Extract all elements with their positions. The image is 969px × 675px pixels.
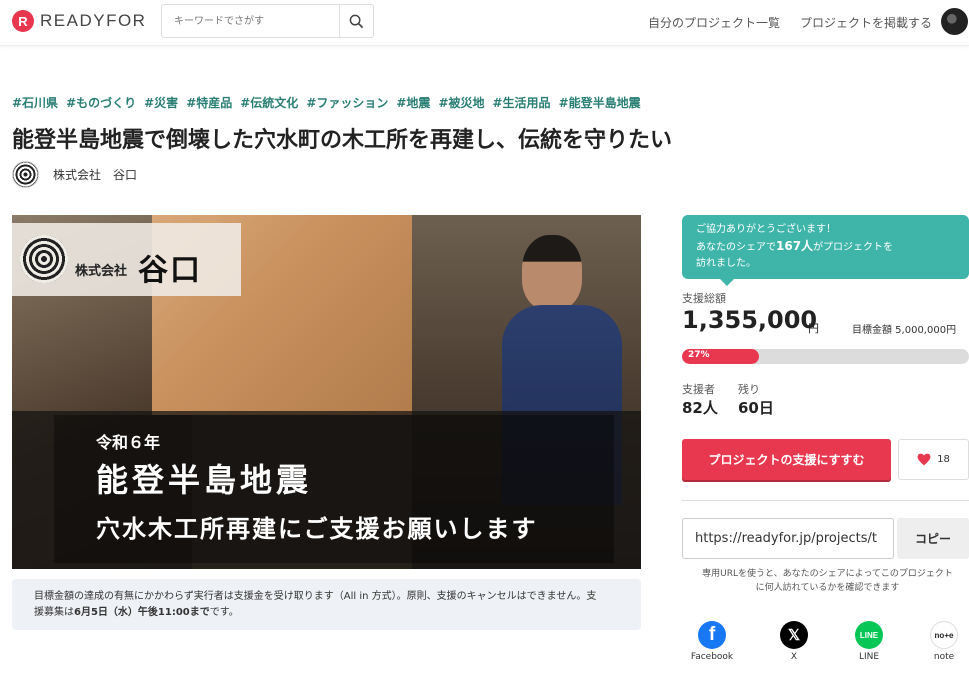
heart-icon [917,453,931,466]
owner-avatar[interactable] [12,161,39,188]
user-avatar[interactable] [941,8,968,35]
remaining-value: 60日 [738,399,774,417]
owner-name[interactable]: 株式会社 谷口 [53,166,137,183]
search-icon [349,14,364,28]
tag-item[interactable]: #能登半島地震 [559,94,641,111]
logo-text: READYFOR [40,11,147,30]
project-owner[interactable]: 株式会社 谷口 [12,161,137,188]
logo-mark-icon: R [12,10,34,32]
line-label: LINE [858,652,880,662]
hero-company-logo: 株式会社 谷口 [12,223,241,296]
project-title: 能登半島地震で倒壊した穴水町の木工所を再建し、伝統を守りたい [12,128,673,153]
tag-item[interactable]: #石川県 [12,94,58,111]
share-facebook-button[interactable]: f Facebook [682,621,742,662]
tag-item[interactable]: #被災地 [438,94,484,111]
total-amount: 1,355,000 [682,306,818,334]
funding-progress-bar [682,349,969,364]
hero-line-era: 令和６年 [96,433,161,452]
supporters-label: 支援者 [682,383,715,396]
tag-item[interactable]: #生活用品 [493,94,551,111]
hero-line-appeal: 穴水木工所再建にご支援お願いします [96,514,538,543]
share-note-button[interactable]: no+e note [914,621,969,662]
hero-logo-big: 谷口 [138,253,202,288]
deadline: 6月5日（水）午後11:00まで [74,607,210,618]
site-header: R READYFOR 自分のプロジェクト一覧 プロジェクトを掲載する [0,0,969,46]
goal-amount: 目標金額 5,000,000円 [852,325,957,336]
favorite-button[interactable]: 18 [898,439,969,480]
hero-logo-small: 株式会社 [75,264,128,279]
share-url-field[interactable]: https://readyfor.jp/projects/t [682,518,894,559]
share-box-arrow [720,279,734,286]
nav-post-project[interactable]: プロジェクトを掲載する [800,14,932,31]
supporters-value: 82人 [682,399,718,417]
funding-notice: 目標金額の達成の有無にかかわらず実行者は支援金を受け取ります（All in 方式… [12,579,641,630]
share-visitor-count: 167人 [776,239,814,253]
x-icon: 𝕏 [780,621,808,649]
progress-percent: 27% [688,350,710,360]
facebook-label: Facebook [690,652,734,662]
share-thanks-line1: ご協力ありがとうございます！ [696,224,836,235]
support-project-button[interactable]: プロジェクトの支援にすすむ [682,439,891,480]
tag-list: #石川県 #ものづくり #災害 #特産品 #伝統文化 #ファッション #地震 #… [12,94,641,111]
share-url-note: 専用URLを使うと、あなたのシェアによってこのプロジェクトに何人訪れているかを確… [702,569,953,593]
share-thanks-box: ご協力ありがとうございます！ あなたのシェアで167人がプロジェクトを 訪れまし… [682,215,969,279]
search-button[interactable] [339,5,373,37]
tag-item[interactable]: #地震 [396,94,430,111]
copy-url-button[interactable]: コピー [897,518,969,559]
facebook-icon: f [698,621,726,649]
company-logo-icon [20,235,68,283]
share-x-button[interactable]: 𝕏 X [764,621,824,662]
readyfor-logo[interactable]: R READYFOR [12,10,146,32]
tag-item[interactable]: #ものづくり [66,94,136,111]
tag-item[interactable]: #ファッション [306,94,388,111]
total-label: 支援総額 [682,292,726,305]
remaining-label: 残り [738,383,760,396]
tag-item[interactable]: #特産品 [186,94,232,111]
notice-text-2: 援募集は6月5日（水）午後11:00までです。 [34,607,239,618]
favorite-count: 18 [937,454,950,465]
search-box [161,4,374,38]
note-icon: no+e [930,621,958,649]
share-thanks-line3: 訪れました。 [696,258,756,269]
tag-item[interactable]: #伝統文化 [240,94,298,111]
hero-line-disaster: 能登半島地震 [96,461,313,499]
tag-item[interactable]: #災害 [144,94,178,111]
notice-text-1: 目標金額の達成の有無にかかわらず実行者は支援金を受け取ります（All in 方式… [34,591,597,602]
share-thanks-line2: あなたのシェアで167人がプロジェクトを [696,239,894,253]
search-input[interactable] [162,5,339,37]
nav-my-projects[interactable]: 自分のプロジェクト一覧 [648,14,780,31]
hero-image: 株式会社 谷口 令和６年 能登半島地震 穴水木工所再建にご支援お願いします [12,215,641,569]
total-unit: 円 [808,322,819,335]
x-label: X [790,652,798,662]
note-label: note [933,652,955,662]
share-line-button[interactable]: LINE LINE [839,621,899,662]
divider [682,500,969,501]
line-icon: LINE [855,621,883,649]
